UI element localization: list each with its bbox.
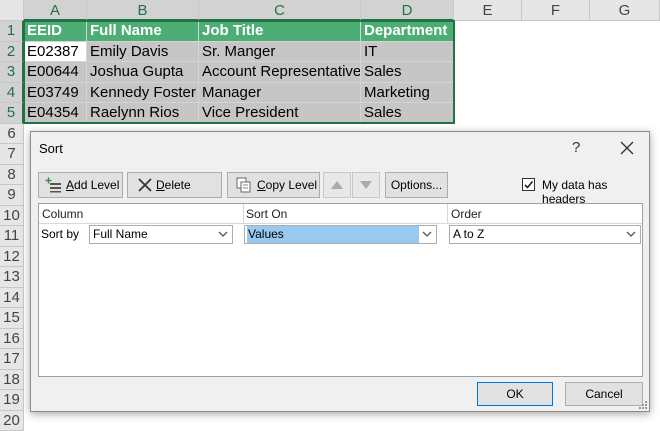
- row-header-8[interactable]: 8: [0, 165, 24, 186]
- move-up-button[interactable]: [323, 172, 351, 198]
- select-all-corner[interactable]: [0, 0, 24, 21]
- table-cell[interactable]: Account Representative: [199, 62, 361, 83]
- sort-on-dropdown[interactable]: Values: [244, 225, 437, 244]
- table-cell[interactable]: E04354: [24, 103, 87, 124]
- table-cell[interactable]: Sr. Manger: [199, 42, 361, 63]
- close-icon: [615, 136, 639, 160]
- row-header-9[interactable]: 9: [0, 185, 24, 206]
- move-down-button[interactable]: [352, 172, 380, 198]
- column-header-b[interactable]: B: [87, 0, 199, 21]
- resize-grip-icon[interactable]: [639, 401, 648, 410]
- row-header-15[interactable]: 15: [0, 308, 24, 329]
- row-header-11[interactable]: 11: [0, 226, 24, 247]
- order-dropdown[interactable]: A to Z: [449, 225, 641, 244]
- row-header-14[interactable]: 14: [0, 288, 24, 309]
- table-cell[interactable]: E00644: [24, 62, 87, 83]
- sort-dialog: Sort ? Add Level Delete Level: [30, 131, 650, 412]
- row-header-16[interactable]: 16: [0, 329, 24, 350]
- close-button[interactable]: [615, 136, 639, 160]
- table-cell[interactable]: E02387: [24, 42, 87, 63]
- order-value: A to Z: [452, 226, 485, 243]
- table-cell[interactable]: Manager: [199, 83, 361, 104]
- sort-column-value: Full Name: [92, 226, 149, 243]
- table-cell[interactable]: Marketing: [361, 83, 454, 104]
- delete-icon: [137, 177, 153, 193]
- chevron-down-icon: [626, 231, 636, 238]
- column-divider: [447, 204, 448, 224]
- add-level-button[interactable]: Add Level: [38, 172, 123, 198]
- table-cell[interactable]: Raelynn Rios: [87, 103, 199, 124]
- row-header-12[interactable]: 12: [0, 247, 24, 268]
- chevron-down-icon: [422, 231, 432, 238]
- row-header-1[interactable]: 1: [0, 21, 24, 42]
- row-header-7[interactable]: 7: [0, 144, 24, 165]
- column-header-e[interactable]: E: [454, 0, 522, 21]
- add-level-label: Add Level: [66, 173, 119, 197]
- table-cell[interactable]: E03749: [24, 83, 87, 104]
- sort-column-dropdown[interactable]: Full Name: [89, 225, 233, 244]
- help-button[interactable]: ?: [572, 139, 580, 156]
- row-header-3[interactable]: 3: [0, 62, 24, 83]
- header-cell-eeid[interactable]: EEID: [24, 21, 87, 42]
- cancel-button[interactable]: Cancel: [565, 382, 643, 406]
- table-cell[interactable]: Sales: [361, 62, 454, 83]
- copy-level-label: Copy Level: [257, 173, 317, 197]
- add-level-icon: [45, 177, 63, 193]
- row-header-4[interactable]: 4: [0, 83, 24, 104]
- sort-on-heading: Sort On: [246, 207, 287, 221]
- ok-button[interactable]: OK: [477, 382, 553, 406]
- column-header-f[interactable]: F: [522, 0, 590, 21]
- copy-icon: [236, 177, 252, 193]
- my-data-has-headers-checkbox[interactable]: [522, 178, 535, 191]
- row-header-17[interactable]: 17: [0, 349, 24, 370]
- table-cell[interactable]: Kennedy Foster: [87, 83, 199, 104]
- sort-on-value: Values: [247, 226, 419, 243]
- column-header-a[interactable]: A: [24, 0, 87, 21]
- arrow-down-icon: [359, 180, 373, 190]
- my-data-has-headers-label[interactable]: My data has headers: [542, 178, 649, 206]
- order-heading: Order: [451, 207, 482, 221]
- options-label: Options...: [391, 178, 442, 192]
- dialog-title: Sort: [39, 141, 63, 156]
- row-header-10[interactable]: 10: [0, 206, 24, 227]
- header-cell-job-title[interactable]: Job Title: [199, 21, 361, 42]
- row-header-6[interactable]: 6: [0, 124, 24, 145]
- delete-level-button[interactable]: Delete Level: [127, 172, 222, 198]
- options-button[interactable]: Options...: [385, 172, 448, 198]
- table-cell[interactable]: Joshua Gupta: [87, 62, 199, 83]
- row-header-5[interactable]: 5: [0, 103, 24, 124]
- arrow-up-icon: [330, 180, 344, 190]
- row-header-19[interactable]: 19: [0, 390, 24, 411]
- header-cell-full-name[interactable]: Full Name: [87, 21, 199, 42]
- column-heading: Column: [42, 207, 83, 221]
- row-header-13[interactable]: 13: [0, 267, 24, 288]
- column-header-d[interactable]: D: [361, 0, 454, 21]
- table-cell[interactable]: Emily Davis: [87, 42, 199, 63]
- heading-divider: [39, 223, 642, 224]
- table-cell[interactable]: Vice President: [199, 103, 361, 124]
- checkmark-icon: [523, 179, 534, 190]
- header-cell-department[interactable]: Department: [361, 21, 454, 42]
- column-header-g[interactable]: G: [590, 0, 660, 21]
- row-header-2[interactable]: 2: [0, 42, 24, 63]
- row-header-18[interactable]: 18: [0, 370, 24, 391]
- column-divider: [243, 204, 244, 224]
- copy-level-button[interactable]: Copy Level: [227, 172, 320, 198]
- column-header-c[interactable]: C: [199, 0, 361, 21]
- table-cell[interactable]: IT: [361, 42, 454, 63]
- sort-by-label: Sort by: [41, 227, 79, 241]
- table-cell[interactable]: Sales: [361, 103, 454, 124]
- chevron-down-icon: [218, 231, 228, 238]
